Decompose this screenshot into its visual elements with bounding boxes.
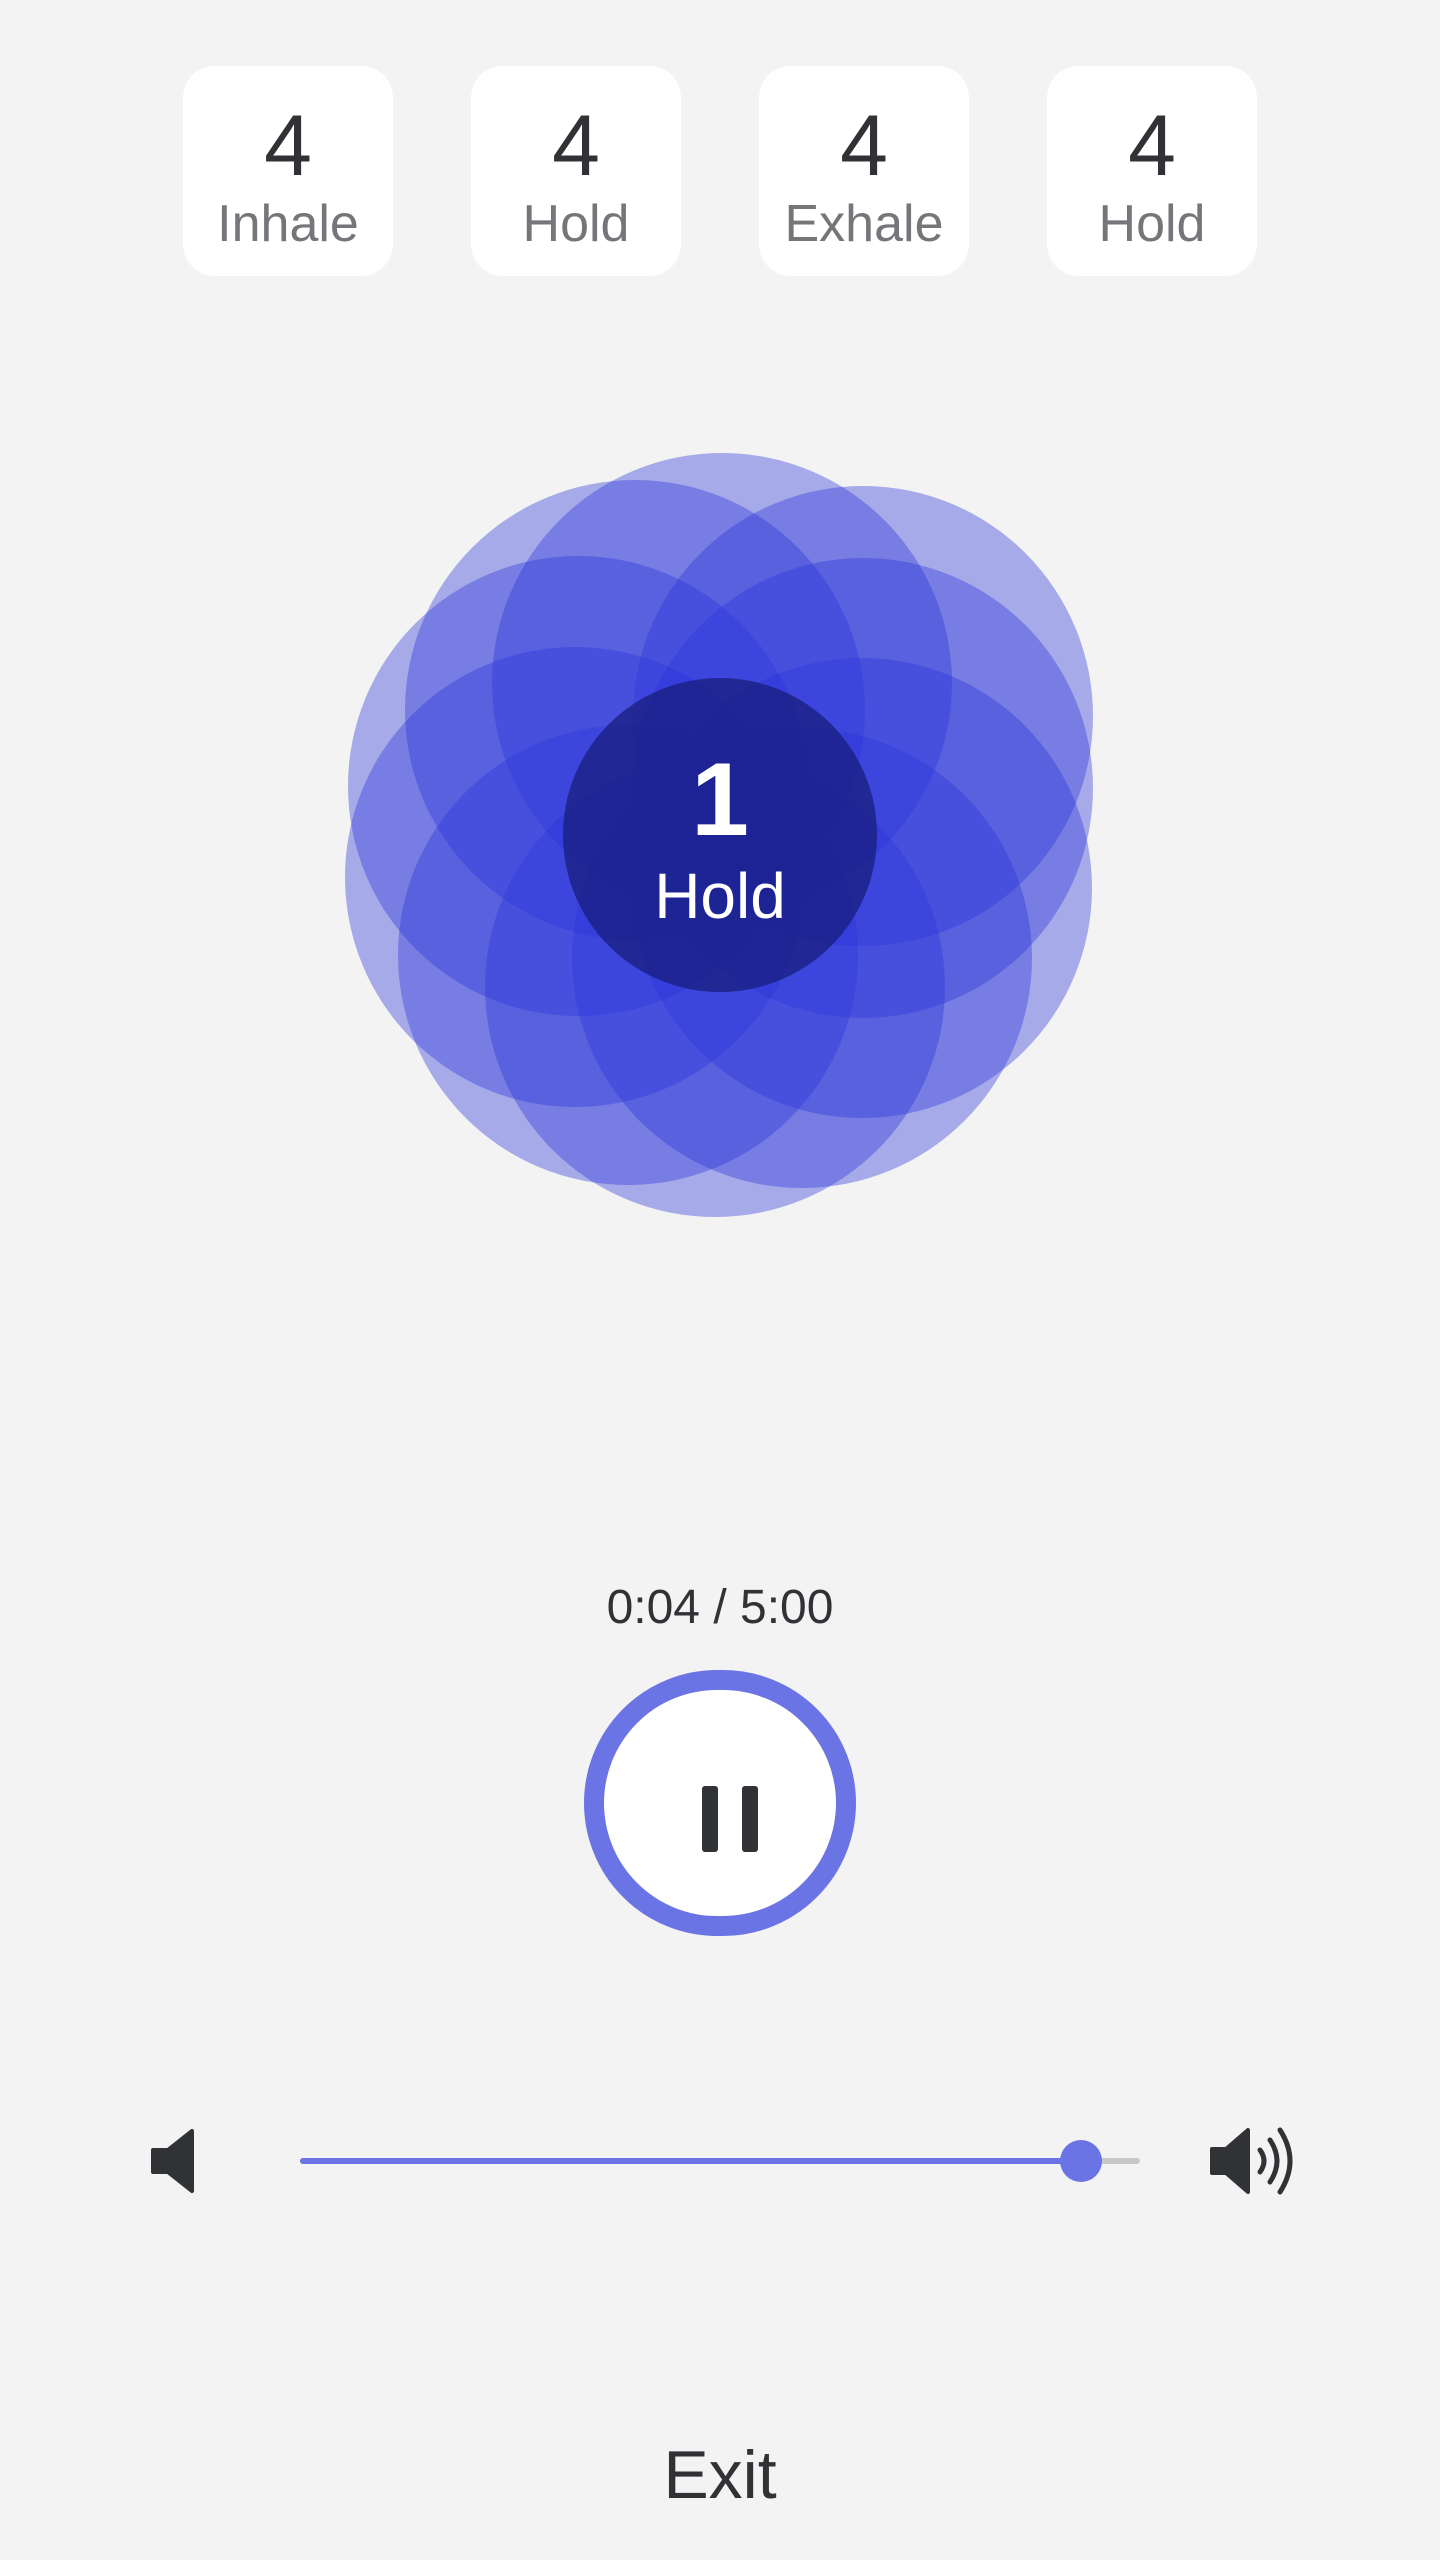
session-timer: 0:04 / 5:00	[606, 1581, 834, 1634]
pause-icon-bar-right	[742, 1786, 758, 1852]
volume-slider[interactable]	[300, 2140, 1140, 2182]
pause-button[interactable]	[584, 1670, 856, 1936]
volume-slider-thumb[interactable]	[1060, 2140, 1103, 2182]
pause-icon-bar-left	[702, 1786, 718, 1852]
volume-low-icon[interactable]	[150, 2128, 202, 2194]
exit-button[interactable]: Exit	[570, 2430, 870, 2520]
volume-slider-fill	[300, 2158, 1082, 2164]
breath-count: 1	[691, 742, 749, 858]
breathing-flower	[345, 453, 1093, 1217]
breath-phase-label: Hold	[654, 860, 786, 932]
volume-high-icon[interactable]	[1208, 2124, 1304, 2198]
